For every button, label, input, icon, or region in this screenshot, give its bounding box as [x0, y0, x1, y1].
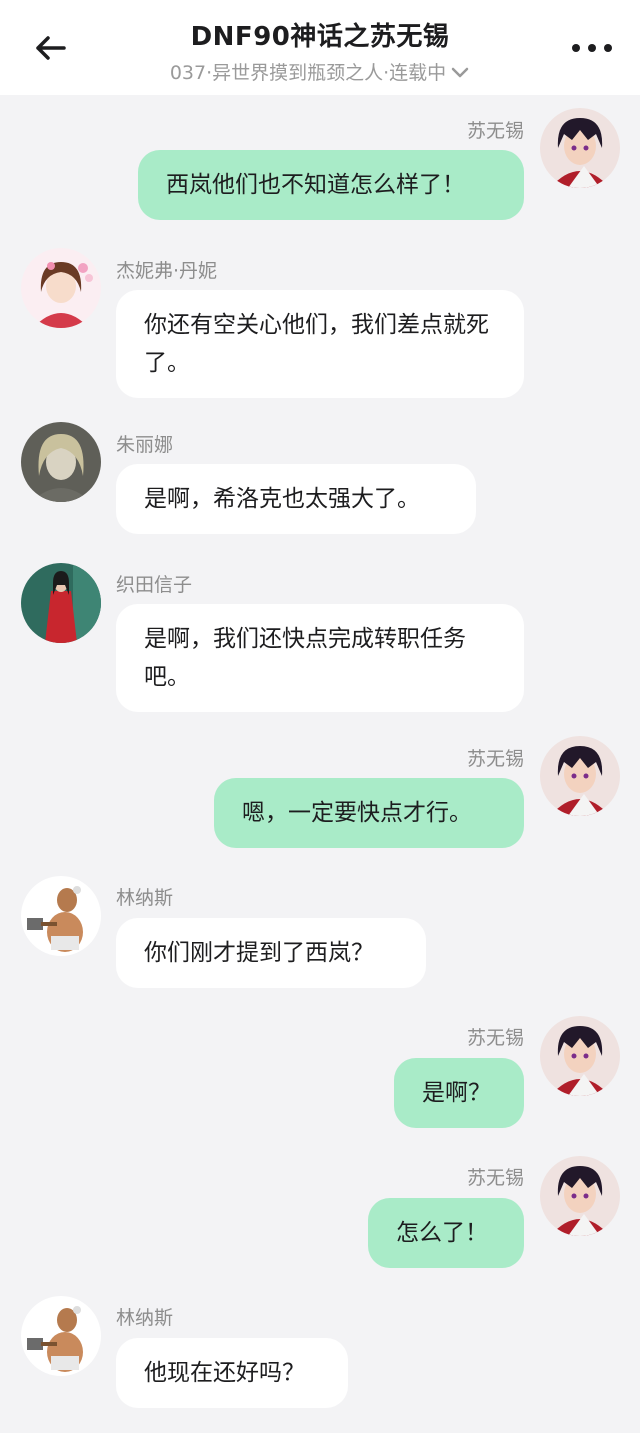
sender-name: 苏无锡: [466, 1167, 524, 1189]
message-bubble[interactable]: 是啊，希洛克也太强大了。: [116, 464, 476, 534]
avatar-suwuxi[interactable]: [540, 108, 620, 188]
avatar-oda[interactable]: [21, 563, 101, 643]
sender-name: 织田信子: [116, 574, 193, 596]
sender-name: 苏无锡: [466, 1027, 524, 1049]
chat-title: DNF90神话之苏无锡: [190, 22, 450, 52]
more-icon[interactable]: [572, 36, 612, 60]
message-bubble[interactable]: 嗯，一定要快点才行。: [214, 778, 524, 848]
sender-name: 苏无锡: [466, 748, 524, 770]
avatar-linus[interactable]: [21, 1296, 101, 1376]
message-bubble[interactable]: 怎么了！: [368, 1198, 524, 1268]
header-bar: DNF90神话之苏无锡 037·异世界摸到瓶颈之人·连载中: [0, 0, 640, 95]
message-bubble[interactable]: 他现在还好吗？: [116, 1338, 348, 1408]
chevron-down-icon[interactable]: [450, 63, 470, 85]
sender-name: 朱丽娜: [116, 434, 174, 456]
message-bubble[interactable]: 西岚他们也不知道怎么样了！: [138, 150, 524, 220]
sender-name: 苏无锡: [466, 120, 524, 142]
message-bubble[interactable]: 你还有空关心他们，我们差点就死了。: [116, 290, 524, 398]
avatar-linus[interactable]: [21, 876, 101, 956]
sender-name: 林纳斯: [116, 887, 174, 909]
chapter-subtitle-text: 037·异世界摸到瓶颈之人·连载中: [169, 62, 447, 84]
avatar-suwuxi[interactable]: [540, 1016, 620, 1096]
message-bubble[interactable]: 是啊？: [394, 1058, 524, 1128]
avatar-suwuxi[interactable]: [540, 736, 620, 816]
sender-name: 杰妮弗·丹妮: [116, 260, 218, 282]
sender-name: 林纳斯: [116, 1307, 174, 1329]
message-bubble[interactable]: 你们刚才提到了西岚？: [116, 918, 426, 988]
avatar-jennifer[interactable]: [21, 248, 101, 328]
avatar-suwuxi[interactable]: [540, 1156, 620, 1236]
avatar-juliana[interactable]: [21, 422, 101, 502]
message-bubble[interactable]: 是啊，我们还快点完成转职任务吧。: [116, 604, 524, 712]
chapter-subtitle[interactable]: 037·异世界摸到瓶颈之人·连载中: [0, 58, 640, 85]
